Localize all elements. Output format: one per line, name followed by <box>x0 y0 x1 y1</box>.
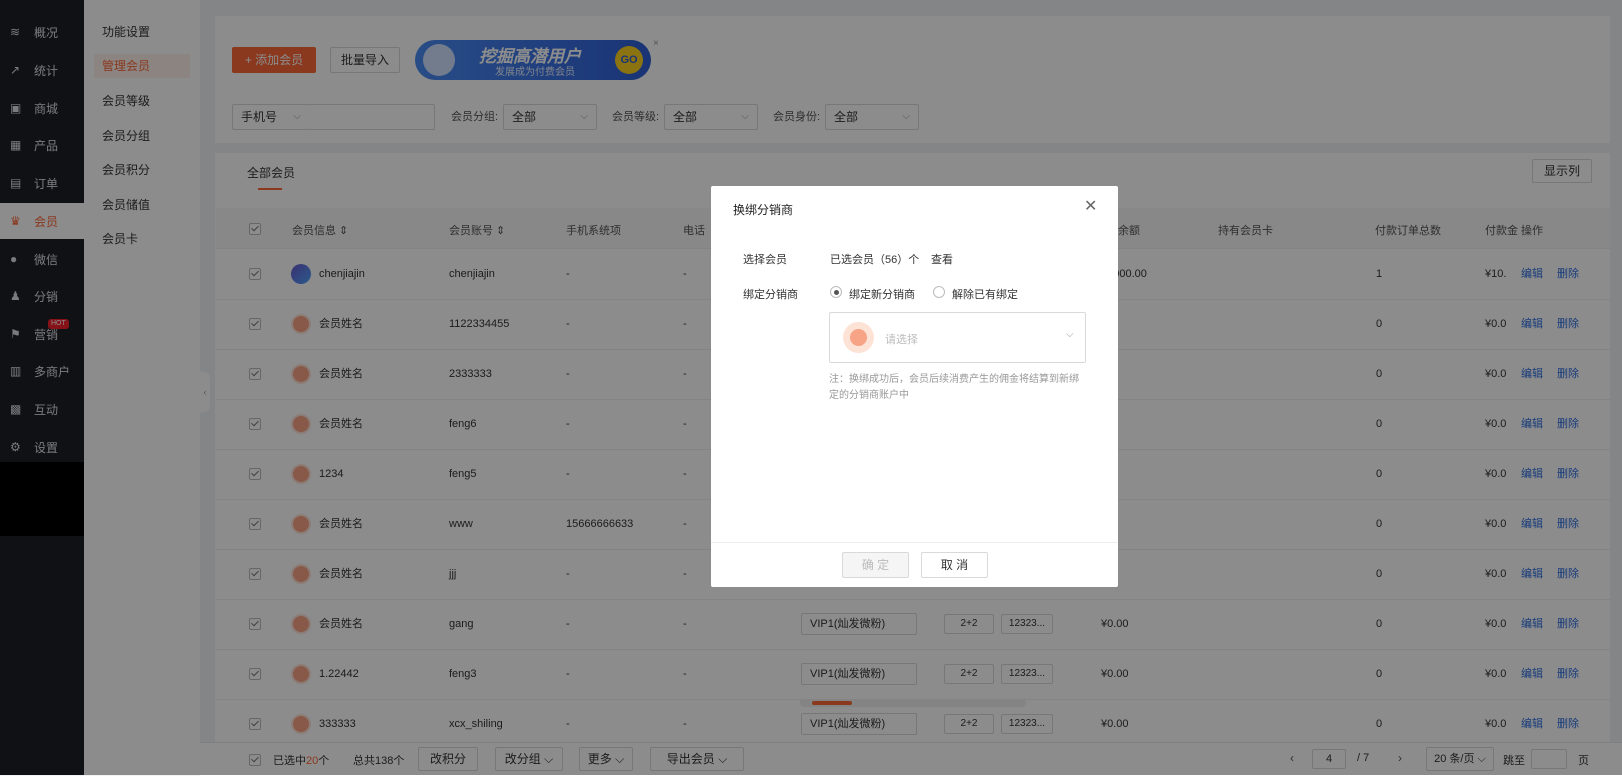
dialog-title: 换绑分销商 <box>733 203 794 217</box>
rebind-distributor-dialog: 换绑分销商 ✕ 选择会员 已选会员（56）个 查看 绑定分销商 绑定新分销商 解… <box>711 186 1118 587</box>
view-members-link[interactable]: 查看 <box>931 251 953 267</box>
radio-remove-binding[interactable] <box>933 286 945 298</box>
select-member-label: 选择会员 <box>743 254 787 266</box>
distributor-avatar <box>843 322 874 353</box>
confirm-button[interactable]: 确 定 <box>842 552 909 578</box>
close-icon[interactable]: ✕ <box>1084 196 1097 216</box>
selected-members-text: 已选会员（56）个 <box>830 254 920 266</box>
radio-bind-new[interactable] <box>830 286 842 298</box>
remove-binding-label[interactable]: 解除已有绑定 <box>952 286 1018 302</box>
cancel-button[interactable]: 取 消 <box>921 552 988 578</box>
distributor-placeholder: 请选择 <box>885 334 918 346</box>
bind-new-label[interactable]: 绑定新分销商 <box>849 286 915 302</box>
dialog-footer-divider <box>711 542 1118 543</box>
nav-blank-block <box>0 462 84 536</box>
distributor-select[interactable]: 请选择 ⌵ <box>829 312 1086 363</box>
rebind-note: 注：换绑成功后，会员后续消费产生的佣金将结算到新绑定的分销商账户中 <box>829 374 1079 401</box>
chevron-down-icon: ⌵ <box>1066 329 1074 340</box>
bind-distributor-label: 绑定分销商 <box>743 289 798 301</box>
